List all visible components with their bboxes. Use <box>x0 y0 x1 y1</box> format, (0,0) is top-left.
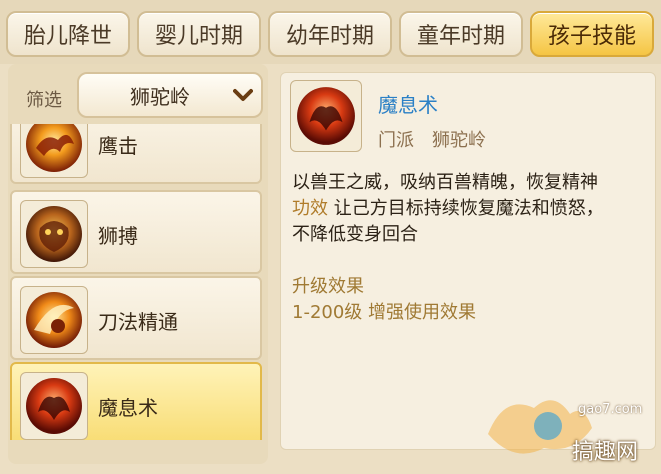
skill-item-blade-mastery[interactable]: 刀法精通 <box>10 276 262 360</box>
skill-list[interactable]: 鹰击 狮搏 刀法精通 魔息术 <box>10 124 262 440</box>
tab-bar: 胎儿降世 婴儿时期 幼年时期 童年时期 孩子技能 <box>0 0 661 64</box>
upgrade-title: 升级效果 <box>292 276 364 297</box>
tab-label: 婴儿时期 <box>154 24 243 49</box>
filter-label: 筛选 <box>26 90 62 111</box>
tab-label: 童年时期 <box>416 24 505 49</box>
dropdown-value: 狮驼岭 <box>130 84 190 109</box>
tab-label: 孩子技能 <box>547 24 636 49</box>
blade-mastery-icon <box>20 286 88 354</box>
tab-label: 胎儿降世 <box>23 24 112 49</box>
effect-line-2: 不降低变身回合 <box>292 224 418 245</box>
upgrade-text: 1-200级 增强使用效果 <box>292 302 477 323</box>
skill-description: 以兽王之威，吸纳百兽精魄，恢复精神 功效 让己方目标持续恢复魔法和愤怒， 不降低… <box>292 170 642 248</box>
eagle-strike-icon <box>20 124 88 178</box>
effect-keyword: 功效 <box>292 198 328 219</box>
skill-item-lion-pounce[interactable]: 狮搏 <box>10 190 262 274</box>
school-value: 狮驼岭 <box>432 130 486 151</box>
tab-childhood[interactable]: 童年时期 <box>399 11 523 57</box>
description-line: 以兽王之威，吸纳百兽精魄，恢复精神 <box>292 172 598 193</box>
tab-label: 幼年时期 <box>285 24 374 49</box>
skill-label: 刀法精通 <box>98 310 178 334</box>
skill-item-eagle-strike[interactable]: 鹰击 <box>10 124 262 184</box>
effect-line: 功效 让己方目标持续恢复魔法和愤怒， <box>292 196 642 222</box>
watermark-url: gao7.com <box>578 402 643 417</box>
tab-toddler[interactable]: 幼年时期 <box>268 11 392 57</box>
chevron-down-icon <box>225 88 261 102</box>
watermark-name: 搞趣网 <box>572 440 639 465</box>
skill-title: 魔息术 <box>378 93 438 117</box>
lion-pounce-icon <box>20 200 88 268</box>
skill-label: 狮搏 <box>98 224 138 248</box>
tab-child-skills[interactable]: 孩子技能 <box>530 11 654 57</box>
effect-text: 让己方目标持续恢复魔法和愤怒， <box>333 198 604 219</box>
skill-label: 鹰击 <box>98 134 138 158</box>
skill-item-demon-breath[interactable]: 魔息术 <box>10 362 262 440</box>
demon-breath-icon <box>20 372 88 440</box>
tab-infant[interactable]: 婴儿时期 <box>137 11 261 57</box>
school-filter-dropdown[interactable]: 狮驼岭 <box>77 72 263 118</box>
skill-label: 魔息术 <box>98 396 158 420</box>
school-label: 门派 <box>378 130 414 151</box>
demon-breath-icon <box>290 80 362 152</box>
tab-fetus[interactable]: 胎儿降世 <box>6 11 130 57</box>
